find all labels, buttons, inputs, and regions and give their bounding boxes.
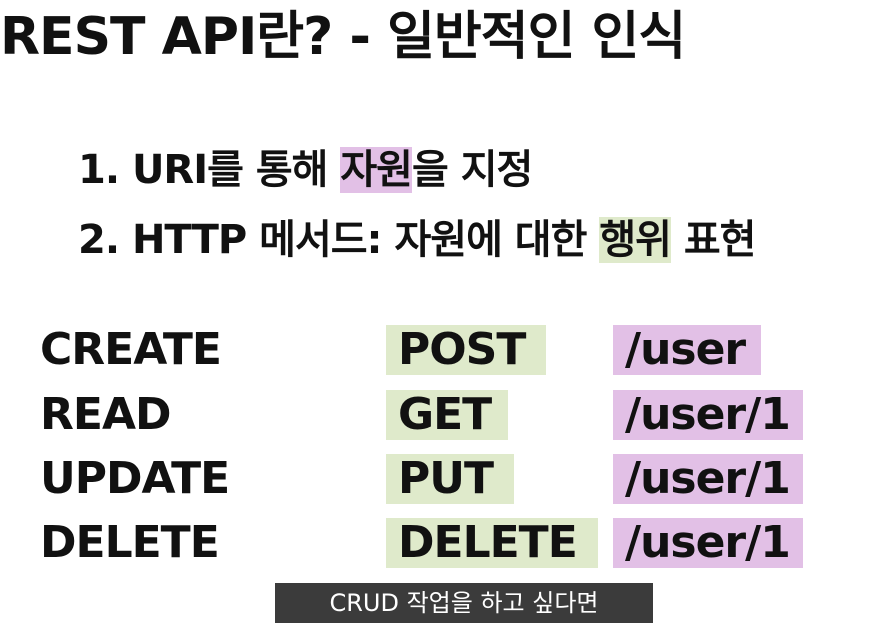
method-put: PUT — [386, 454, 514, 504]
point-2-suffix: 표현 — [670, 217, 757, 263]
uri-update: /user/1 — [613, 454, 803, 504]
crud-op-read: READ — [40, 389, 172, 440]
point-1-suffix: 을 지정 — [411, 147, 533, 193]
resource-highlight: 자원 — [340, 147, 413, 193]
point-2: 2. HTTP 메서드: 자원에 대한 행위 표현 — [78, 214, 757, 266]
point-1-text: 1. URI를 통해 — [78, 147, 341, 193]
method-get: GET — [386, 390, 508, 440]
method-delete: DELETE — [386, 518, 598, 568]
uri-delete: /user/1 — [613, 518, 803, 568]
crud-op-create: CREATE — [40, 324, 222, 375]
uri-create: /user — [613, 325, 761, 375]
method-post: POST — [386, 325, 546, 375]
action-highlight: 행위 — [599, 217, 672, 263]
point-1: 1. URI를 통해 자원을 지정 — [78, 144, 533, 196]
crud-op-update: UPDATE — [40, 453, 230, 504]
point-2-text: 2. HTTP 메서드: 자원에 대한 — [78, 217, 600, 263]
video-subtitle: CRUD 작업을 하고 싶다면 — [275, 583, 653, 623]
slide-title: REST API란? - 일반적인 인식 — [0, 7, 686, 67]
uri-read: /user/1 — [613, 390, 803, 440]
crud-op-delete: DELETE — [40, 517, 220, 568]
